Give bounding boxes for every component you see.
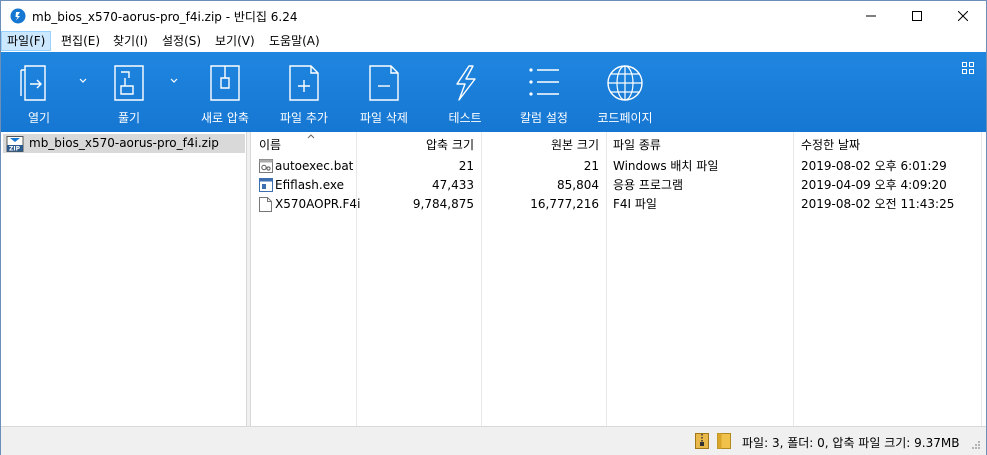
- minimize-button[interactable]: [848, 1, 894, 31]
- window-title: mb_bios_x570-aorus-pro_f4i.zip - 반디집 6.2…: [32, 10, 298, 24]
- delete-file-icon: [369, 65, 399, 101]
- new-archive-label: 새로 압축: [201, 111, 249, 125]
- maximize-button[interactable]: [894, 1, 940, 31]
- exe-file-icon: [259, 178, 273, 192]
- minimize-icon: [866, 15, 876, 17]
- toolbar: 열기 풀기 새로 압축 파일 추가 파일 삭제 테스트 칼럼 설정 코드페이지: [1, 52, 986, 132]
- tree-item-label: mb_bios_x570-aorus-pro_f4i.zip: [29, 136, 219, 150]
- open-label: 열기: [27, 111, 51, 125]
- app-window: mb_bios_x570-aorus-pro_f4i.zip - 반디집 6.2…: [0, 0, 987, 455]
- extract-button[interactable]: 풀기: [101, 52, 157, 132]
- file-list: 이름 압축 크기 원본 크기 파일 종류 수정한 날짜 autoexec.bat…: [251, 132, 986, 426]
- menu-find[interactable]: 찾기(I): [108, 31, 153, 51]
- column-divider: [606, 132, 607, 426]
- file-packed-size: 9,784,875: [412, 197, 474, 211]
- columns-list-icon: [529, 68, 559, 96]
- svg-text:ZIP: ZIP: [9, 146, 21, 153]
- column-divider: [793, 132, 794, 426]
- file-name: Efiflash.exe: [275, 178, 345, 192]
- column-header-size[interactable]: 원본 크기: [481, 132, 599, 156]
- file-type: Windows 배치 파일: [613, 159, 719, 173]
- status-bar: 파일: 3, 폴더: 0, 압축 파일 크기: 9.37MB: [1, 426, 986, 455]
- column-header-name[interactable]: 이름: [259, 132, 354, 156]
- column-divider: [981, 132, 982, 426]
- sort-ascending-icon: [307, 134, 315, 139]
- file-modified: 2019-08-02 오전 11:43:25: [801, 197, 955, 211]
- close-icon: [958, 11, 968, 21]
- bandizip-app-icon: [10, 8, 26, 24]
- zip-archive-icon: ZIP: [6, 136, 24, 152]
- columns-button[interactable]: 칼럼 설정: [513, 52, 575, 132]
- file-size: 16,777,216: [530, 197, 599, 211]
- file-size: 85,804: [557, 178, 599, 192]
- file-packed-size: 47,433: [432, 178, 474, 192]
- delete-file-label: 파일 삭제: [360, 111, 408, 125]
- title-bar[interactable]: mb_bios_x570-aorus-pro_f4i.zip - 반디집 6.2…: [1, 1, 986, 31]
- open-icon: [20, 65, 46, 101]
- open-dropdown-arrow-icon[interactable]: [78, 77, 88, 85]
- maximize-icon: [912, 11, 922, 21]
- column-header-name-label: 이름: [259, 138, 282, 152]
- open-button[interactable]: 열기: [11, 52, 67, 132]
- menu-view[interactable]: 보기(V): [210, 31, 260, 51]
- new-archive-button[interactable]: 새로 압축: [195, 52, 255, 132]
- add-file-icon: [289, 65, 319, 101]
- file-name: autoexec.bat: [275, 159, 354, 173]
- lightning-icon: [456, 65, 476, 101]
- menu-settings[interactable]: 설정(S): [157, 31, 206, 51]
- resize-grip-icon[interactable]: [971, 440, 981, 450]
- menu-file[interactable]: 파일(F): [1, 31, 52, 51]
- file-type: F4I 파일: [613, 197, 657, 211]
- zip-archive-status-icon: [695, 433, 709, 449]
- close-button[interactable]: [940, 1, 986, 31]
- extract-dropdown-arrow-icon[interactable]: [169, 77, 179, 85]
- extract-label: 풀기: [117, 111, 141, 125]
- status-text: 파일: 3, 폴더: 0, 압축 파일 크기: 9.37MB: [742, 436, 960, 450]
- menu-help[interactable]: 도움말(A): [264, 31, 325, 51]
- column-header-modified[interactable]: 수정한 날짜: [801, 132, 976, 156]
- tree-item-archive[interactable]: ZIP mb_bios_x570-aorus-pro_f4i.zip: [3, 134, 245, 153]
- add-file-label: 파일 추가: [280, 111, 328, 125]
- delete-file-button[interactable]: 파일 삭제: [353, 52, 415, 132]
- column-header-type[interactable]: 파일 종류: [613, 132, 788, 156]
- extract-icon: [114, 65, 144, 101]
- column-header-packed[interactable]: 압축 크기: [356, 132, 474, 156]
- codepage-button[interactable]: 코드페이지: [593, 52, 657, 132]
- test-button[interactable]: 테스트: [437, 52, 493, 132]
- file-modified: 2019-04-09 오후 4:09:20: [801, 178, 947, 192]
- layout-grid-icon[interactable]: [962, 62, 974, 74]
- folder-status-icon: [717, 433, 731, 449]
- codepage-label: 코드페이지: [597, 111, 653, 125]
- test-label: 테스트: [448, 111, 482, 125]
- add-file-button[interactable]: 파일 추가: [273, 52, 335, 132]
- generic-file-icon: [259, 197, 272, 212]
- batch-file-icon: [259, 159, 273, 173]
- file-size: 21: [583, 159, 599, 173]
- menu-edit[interactable]: 편집(E): [56, 31, 105, 51]
- menu-bar: 파일(F) 편집(E) 찾기(I) 설정(S) 보기(V) 도움말(A): [1, 31, 986, 51]
- file-type: 응용 프로그램: [613, 178, 684, 192]
- globe-icon: [607, 65, 643, 101]
- file-name: X570AOPR.F4i: [275, 197, 361, 211]
- file-packed-size: 21: [458, 159, 474, 173]
- file-modified: 2019-08-02 오후 6:01:29: [801, 159, 947, 173]
- columns-label: 칼럼 설정: [520, 111, 568, 125]
- folder-tree-panel: ZIP mb_bios_x570-aorus-pro_f4i.zip: [1, 132, 246, 426]
- new-archive-icon: [210, 65, 240, 101]
